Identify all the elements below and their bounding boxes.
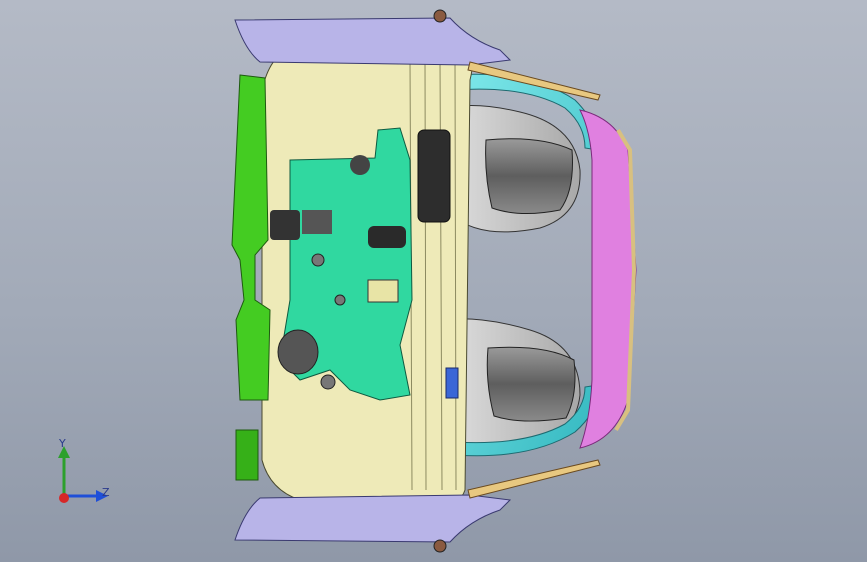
bolt-3	[334, 294, 346, 306]
bottom-trim-strip	[467, 459, 601, 499]
blue-clip	[445, 367, 459, 399]
top-mount-bolt	[433, 9, 447, 23]
cad-assembly-model[interactable]	[0, 0, 867, 562]
top-mount-bracket[interactable]	[234, 17, 512, 66]
left-panel-lower-block	[235, 429, 259, 481]
graphics-viewport[interactable]: Y Z	[0, 0, 867, 562]
x-axis-dot	[59, 493, 69, 503]
bolt-2	[320, 374, 336, 390]
bolt-1	[311, 253, 325, 267]
left-side-panel[interactable]	[231, 74, 271, 401]
dash-opening-2	[270, 210, 300, 240]
bottom-mount-bracket[interactable]	[234, 494, 512, 543]
bracket-hole	[277, 329, 319, 375]
y-axis-label: Y	[59, 437, 66, 450]
dash-opening-1	[417, 129, 451, 223]
bracket-cutout-plate	[367, 279, 399, 303]
bracket-hole-small	[350, 155, 370, 175]
dash-opening-3	[302, 210, 332, 234]
orientation-triad: Y Z	[48, 436, 118, 512]
bracket-cutout-upper	[368, 226, 406, 248]
bottom-mount-bolt	[433, 539, 447, 553]
z-axis-label: Z	[102, 486, 110, 499]
